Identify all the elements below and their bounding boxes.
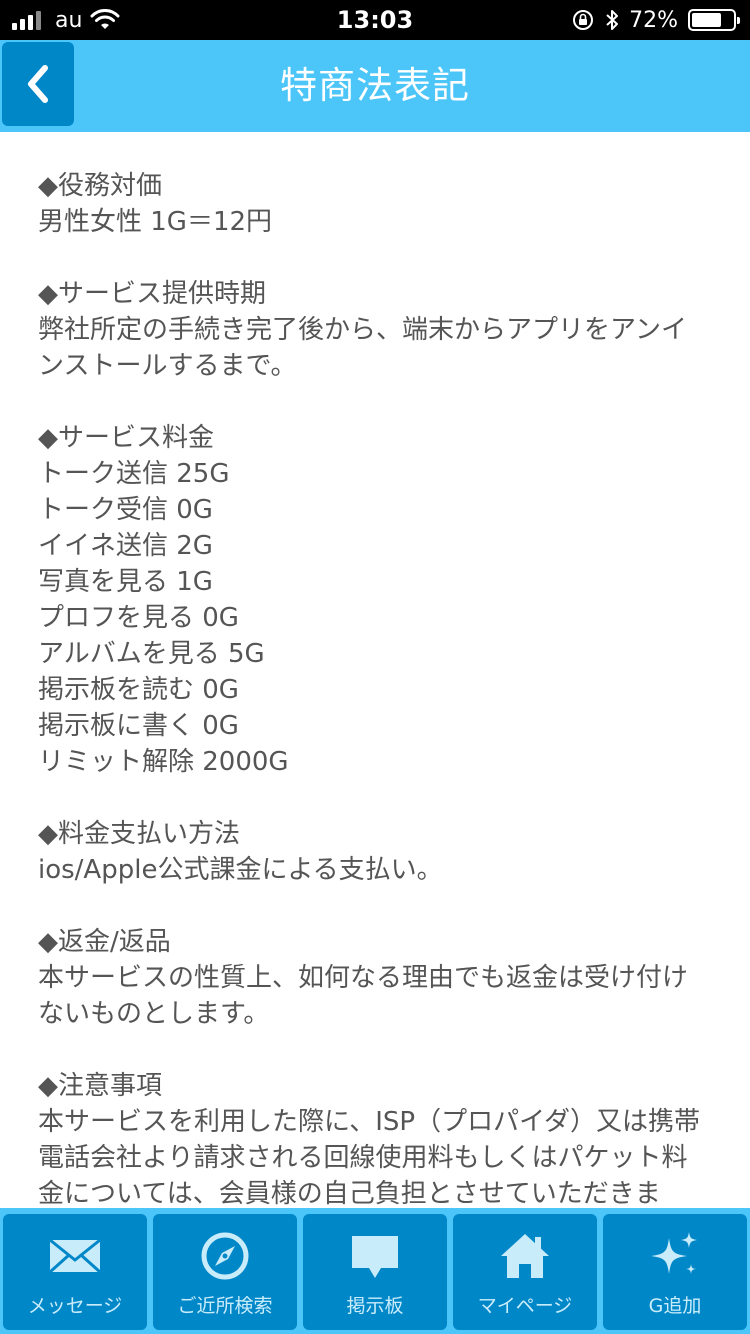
tab-add-g[interactable]: G追加 (603, 1214, 747, 1330)
status-right: 72% (571, 0, 740, 40)
section-line: トーク送信 25G (38, 459, 230, 489)
section-line: 掲示板を読む 0G (38, 675, 239, 705)
page-title: 特商法表記 (280, 64, 470, 107)
home-icon (501, 1234, 549, 1278)
chat-bubble-icon (352, 1236, 398, 1278)
section-heading: ◆サービス提供時期 (38, 279, 266, 309)
section-line: アルバムを見る 5G (38, 639, 265, 669)
section-line: 本サービスの性質上、如何なる理由でも返金は受け付けないものとします。 (38, 963, 689, 1029)
sparkle-icon (651, 1232, 697, 1274)
section-line: イイネ送信 2G (38, 531, 213, 561)
tab-label: メッセージ (27, 1295, 123, 1317)
section-line: ios/Apple公式課金による支払い。 (38, 855, 443, 885)
content-scroll-area[interactable]: ◆役務対価 男性女性 1G＝12円 ◆サービス提供時期 弊社所定の手続き完了後か… (0, 132, 750, 1208)
section-line: 男性女性 1G＝12円 (38, 207, 273, 237)
tab-bulletin-board[interactable]: 掲示板 (303, 1214, 447, 1330)
tab-my-page[interactable]: マイページ (453, 1214, 597, 1330)
mail-icon (48, 1238, 102, 1274)
battery-percent: 72% (629, 7, 678, 33)
section-line: トーク受信 0G (38, 495, 213, 525)
section-line: リミット解除 2000G (38, 747, 289, 777)
section-line: 弊社所定の手続き完了後から、端末からアプリをアンインストールするまで。 (38, 315, 687, 381)
section-service-fees: ◆サービス料金 トーク送信 25G トーク受信 0G イイネ送信 2G 写真を見… (38, 420, 712, 780)
section-line: 本サービスを利用した際に、ISP（プロパイダ）又は携帯電話会社より請求される回線… (38, 1107, 701, 1208)
bottom-tab-bar: メッセージ ご近所検索 掲示板 マイページ G追加 (0, 1208, 750, 1334)
section-heading: ◆注意事項 (38, 1071, 162, 1101)
section-line: 写真を見る 1G (38, 567, 213, 597)
section-heading: ◆サービス料金 (38, 423, 214, 453)
section-notes: ◆注意事項 本サービスを利用した際に、ISP（プロパイダ）又は携帯電話会社より請… (38, 1068, 712, 1208)
section-service-price: ◆役務対価 男性女性 1G＝12円 (38, 168, 712, 240)
compass-icon (201, 1232, 249, 1280)
section-line: 掲示板に書く 0G (38, 711, 239, 741)
tab-nearby-search[interactable]: ご近所検索 (153, 1214, 297, 1330)
rotation-lock-icon (573, 10, 594, 30)
header-bar: 特商法表記 (0, 40, 750, 132)
status-bar: au 13:03 72% (0, 0, 750, 40)
tab-label: ご近所検索 (177, 1295, 273, 1317)
section-payment-method: ◆料金支払い方法 ios/Apple公式課金による支払い。 (38, 816, 712, 888)
tab-message[interactable]: メッセージ (3, 1214, 147, 1330)
section-heading: ◆料金支払い方法 (38, 819, 240, 849)
section-heading: ◆役務対価 (38, 171, 162, 201)
battery-icon (688, 9, 740, 31)
tab-label: 掲示板 (346, 1295, 404, 1317)
bluetooth-icon (606, 10, 619, 30)
section-refund: ◆返金/返品 本サービスの性質上、如何なる理由でも返金は受け付けないものとします… (38, 924, 712, 1032)
section-heading: ◆返金/返品 (38, 927, 171, 957)
tab-label: G追加 (648, 1295, 702, 1317)
tab-label: マイページ (477, 1295, 573, 1317)
section-line: プロフを見る 0G (38, 603, 239, 633)
section-service-period: ◆サービス提供時期 弊社所定の手続き完了後から、端末からアプリをアンインストール… (38, 276, 712, 384)
